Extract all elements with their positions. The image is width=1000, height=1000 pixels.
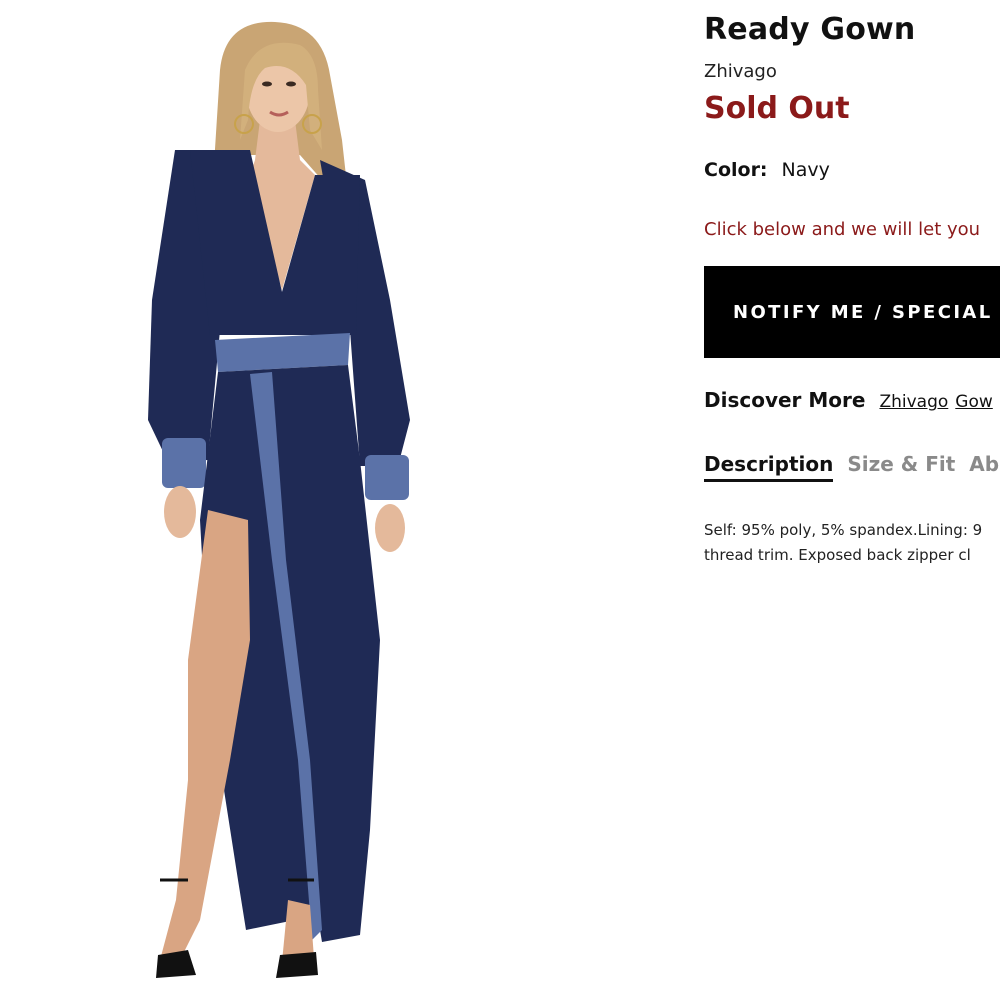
product-brand[interactable]: Zhivago [704,61,777,82]
product-details: Ready Gown Zhivago Sold Out Color: Navy C… [704,0,1000,1000]
notify-notice: Click below and we will let you [704,219,981,240]
color-row: Color: Navy [704,159,830,181]
tab-about[interactable]: Ab [969,452,999,479]
tab-size-fit[interactable]: Size & Fit [847,452,955,479]
description-text: Self: 95% poly, 5% spandex.Lining: 9 thr… [704,518,982,568]
discover-link-category[interactable]: Gow [955,392,992,412]
discover-link-brand[interactable]: Zhivago [879,392,948,412]
discover-more-label: Discover More [704,388,866,412]
stock-status: Sold Out [704,91,850,126]
color-label: Color: [704,159,768,181]
product-image[interactable] [60,0,620,1000]
info-tabs: Description Size & Fit Ab [704,452,1000,482]
discover-more: Discover More Zhivago Gow [704,388,1000,412]
product-page: Ready Gown Zhivago Sold Out Color: Navy C… [0,0,1000,1000]
product-title: Ready Gown [704,12,916,47]
tab-description[interactable]: Description [704,452,834,482]
description-line: Self: 95% poly, 5% spandex.Lining: 9 [704,521,983,539]
color-value: Navy [781,159,830,181]
description-line: thread trim. Exposed back zipper cl [704,546,971,564]
notify-me-button[interactable]: NOTIFY ME / SPECIAL [704,266,1000,358]
